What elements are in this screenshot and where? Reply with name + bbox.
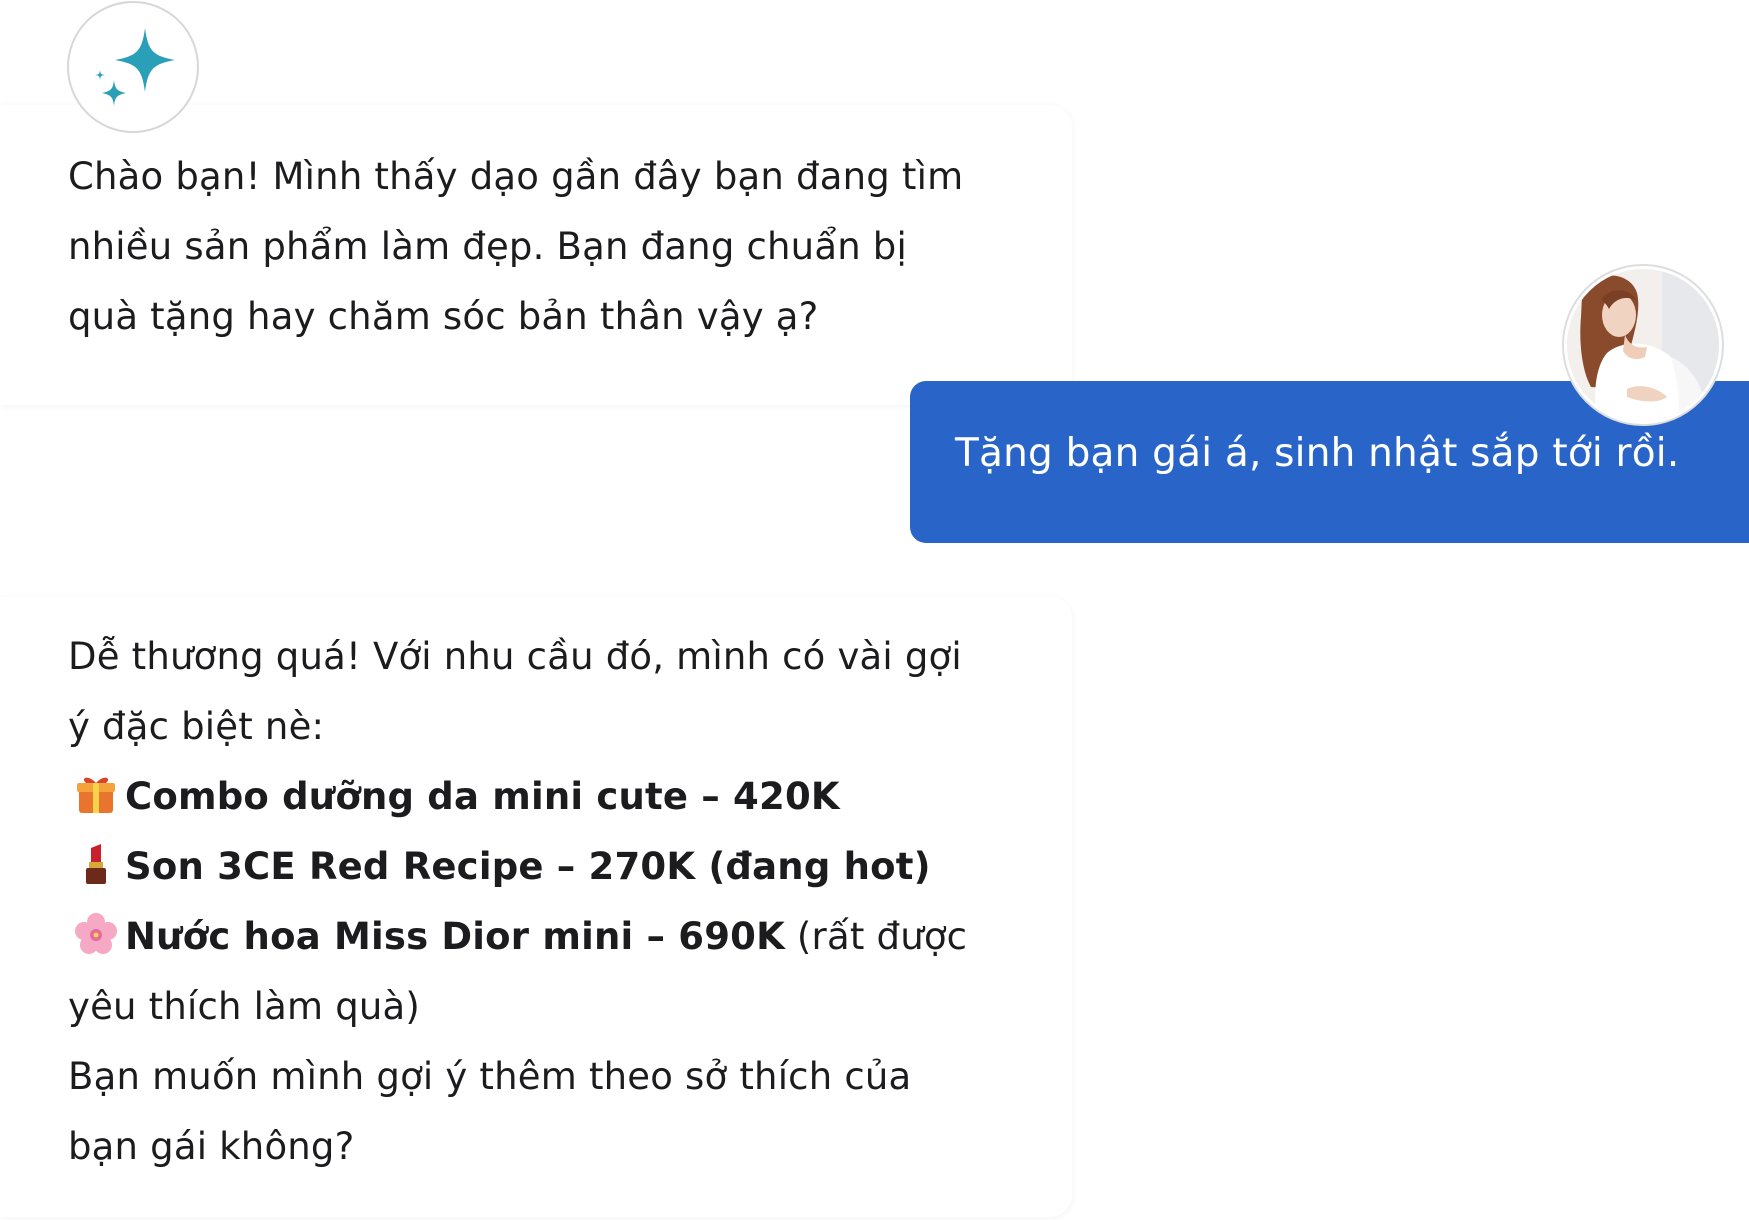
cherry-blossom-icon — [75, 913, 117, 954]
product-label: Nước hoa Miss Dior mini – 690K — [125, 915, 785, 958]
message-line: Bạn muốn mình gợi ý thêm theo sở thích c… — [68, 1055, 912, 1098]
product-suggestion: Son 3CE Red Recipe – 270K (đang hot) — [68, 832, 1052, 902]
gift-icon — [77, 777, 115, 813]
user-avatar — [1564, 266, 1722, 424]
sparkle-icon — [95, 28, 175, 106]
message-line: bạn gái không? — [68, 1125, 355, 1168]
assistant-message-suggestions: Dễ thương quá! Với nhu cầu đó, mình có v… — [0, 597, 1072, 1217]
product-note: (rất được — [784, 915, 968, 958]
product-label: Combo dưỡng da mini cute – 420K — [125, 775, 840, 818]
message-line: ý đặc biệt nè: — [68, 705, 325, 748]
message-line: nhiều sản phẩm làm đẹp. Bạn đang chuẩn b… — [68, 225, 907, 268]
assistant-message-greeting: Chào bạn! Mình thấy dạo gần đây bạn đang… — [0, 105, 1072, 405]
message-line: Chào bạn! Mình thấy dạo gần đây bạn đang… — [68, 155, 964, 198]
message-line: yêu thích làm quà) — [68, 985, 421, 1028]
product-suggestion: Combo dưỡng da mini cute – 420K — [68, 762, 1052, 832]
message-line: Dễ thương quá! Với nhu cầu đó, mình có v… — [68, 635, 962, 678]
user-photo-avatar — [1567, 269, 1719, 421]
product-suggestion: Nước hoa Miss Dior mini – 690K (rất được — [68, 902, 1052, 972]
message-line: quà tặng hay chăm sóc bản thân vậy ạ? — [68, 295, 819, 338]
product-label: Son 3CE Red Recipe – 270K (đang hot) — [125, 845, 931, 888]
user-message-text: Tặng bạn gái á, sinh nhật sắp tới rồi. — [955, 431, 1680, 476]
assistant-avatar — [67, 1, 199, 133]
lipstick-icon — [86, 844, 106, 884]
